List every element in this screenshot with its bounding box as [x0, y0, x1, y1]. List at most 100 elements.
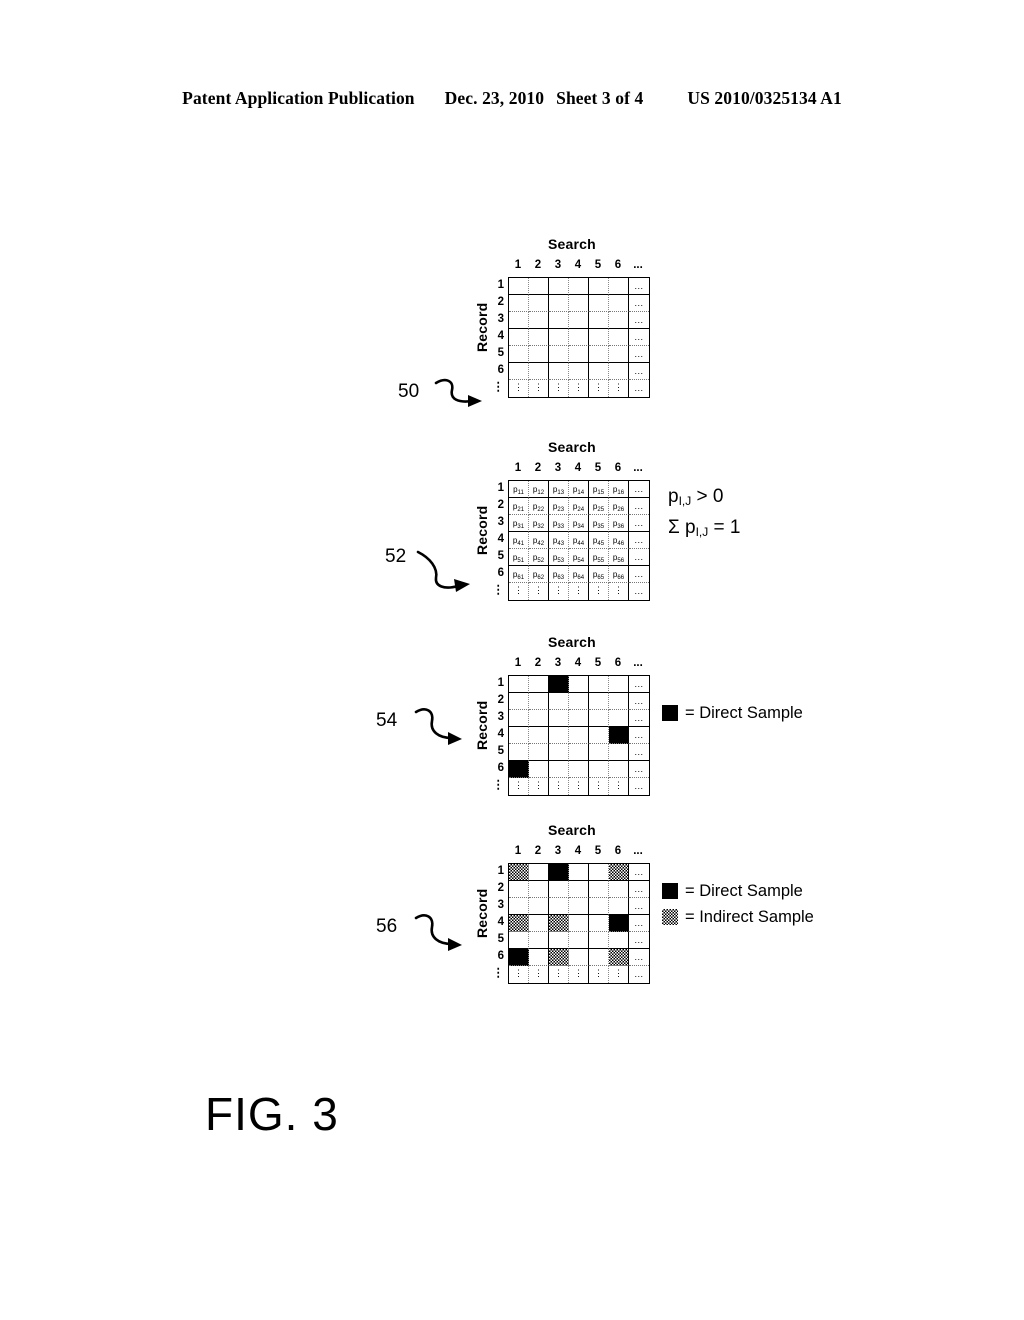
matrix-cell: ...: [629, 744, 649, 761]
row-continuation-ellipsis: ...: [634, 952, 644, 962]
probability-value: p33: [552, 519, 565, 530]
matrix-cell: p16: [609, 481, 629, 498]
matrix-cell: p44: [569, 532, 589, 549]
col-header: 4: [574, 657, 582, 669]
matrix-cell-direct-sample: [609, 727, 629, 744]
matrix-cell: [569, 710, 589, 727]
matrix-cell: [589, 329, 609, 346]
probability-value: p34: [572, 519, 585, 530]
leader-arrow-54: [414, 708, 462, 745]
row-header: 4: [497, 916, 504, 928]
probability-value: p65: [592, 570, 605, 581]
matrix-cell: [509, 693, 529, 710]
column-continuation-ellipsis: ⋮: [614, 382, 623, 392]
legend-entry-direct-sample: = Direct Sample: [662, 878, 814, 904]
search-axis-label-50: Search: [548, 236, 596, 252]
row-header: ⋮: [492, 584, 505, 596]
row-header: 1: [497, 865, 504, 877]
matrix-cell: [589, 949, 609, 966]
row-continuation-ellipsis: ...: [634, 349, 644, 359]
reference-numeral-56: 56: [376, 916, 398, 937]
row-continuation-ellipsis: ...: [634, 281, 644, 291]
matrix-cell: p25: [589, 498, 609, 515]
col-header: 2: [534, 259, 542, 271]
legend-label: = Direct Sample: [685, 703, 803, 722]
row-continuation-ellipsis: ...: [634, 679, 644, 689]
matrix-cell: ⋮: [589, 583, 609, 600]
matrix-grid-52: p11 p12 p13 p14 p15 p16... p21 p22 p23 p24 p25 p26.…: [508, 480, 650, 601]
matrix-cell: [509, 932, 529, 949]
col-header: 3: [554, 657, 562, 669]
matrix-cell-direct-sample: [609, 915, 629, 932]
probability-value: p13: [552, 485, 565, 496]
matrix-cell: [609, 744, 629, 761]
probability-value: p22: [532, 502, 545, 513]
matrix-cell: [509, 363, 529, 380]
column-continuation-ellipsis: ⋮: [574, 382, 583, 392]
matrix-cell: [589, 727, 609, 744]
matrix-cell-direct-sample: [509, 949, 529, 966]
matrix-cell: p51: [509, 549, 529, 566]
probability-value: p46: [612, 536, 625, 547]
matrix-cell: ⋮: [609, 778, 629, 795]
row-header: 5: [497, 550, 504, 562]
matrix-grid-54: .................. ⋮ ⋮ ⋮ ⋮ ⋮ ⋮...: [508, 675, 650, 796]
matrix-cell: ⋮: [569, 778, 589, 795]
matrix-cell: [529, 932, 549, 949]
matrix-cell: p13: [549, 481, 569, 498]
column-continuation-ellipsis: ⋮: [554, 382, 563, 392]
col-header: 4: [574, 462, 582, 474]
matrix-cell: [569, 278, 589, 295]
probability-value: p21: [512, 502, 525, 513]
matrix-cell: [549, 932, 569, 949]
matrix-cell: [509, 727, 529, 744]
figure-3: Search Record 1 2 3 4 5 6 ... 1 2 3 4 5 …: [0, 0, 1024, 1320]
row-header: 6: [497, 364, 504, 376]
matrix-cell: ...: [629, 566, 649, 583]
column-continuation-ellipsis: ⋮: [554, 968, 563, 978]
matrix-cell: ...: [629, 710, 649, 727]
row-continuation-ellipsis: ...: [634, 332, 644, 342]
matrix-cell: [529, 864, 549, 881]
row-header: 3: [497, 516, 504, 528]
row-header: 1: [497, 279, 504, 291]
probability-value: p51: [512, 553, 525, 564]
matrix-cell: [529, 329, 549, 346]
matrix-cell: p66: [609, 566, 629, 583]
reference-numeral-52: 52: [385, 546, 407, 567]
matrix-cell: [549, 312, 569, 329]
matrix-cell: [589, 915, 609, 932]
probability-value: p23: [552, 502, 565, 513]
matrix-cell: [569, 363, 589, 380]
matrix-cell: p63: [549, 566, 569, 583]
matrix-cell: ...: [629, 481, 649, 498]
matrix-cell: p65: [589, 566, 609, 583]
matrix-cell: ⋮: [569, 583, 589, 600]
column-continuation-ellipsis: ⋮: [534, 780, 543, 790]
col-header: 4: [574, 259, 582, 271]
probability-value: p26: [612, 502, 625, 513]
reference-numeral-50: 50: [398, 381, 420, 402]
matrix-cell: [569, 864, 589, 881]
matrix-cell: ...: [629, 583, 649, 600]
matrix-cell: p55: [589, 549, 609, 566]
row-header: 6: [497, 567, 504, 579]
matrix-cell-direct-sample: [509, 761, 529, 778]
probability-value: p24: [572, 502, 585, 513]
matrix-cell: [569, 932, 589, 949]
matrix-cell: [609, 278, 629, 295]
matrix-cell: [549, 744, 569, 761]
probability-value: p16: [612, 485, 625, 496]
matrix-cell: [529, 312, 549, 329]
matrix-cell: [509, 676, 529, 693]
col-header: 6: [614, 657, 622, 669]
probability-value: p41: [512, 536, 525, 547]
matrix-cell: [509, 312, 529, 329]
matrix-cell: p52: [529, 549, 549, 566]
matrix-cell-indirect-sample: [509, 864, 529, 881]
row-continuation-ellipsis: ...: [634, 518, 644, 528]
col-header: 6: [614, 462, 622, 474]
col-header: 1: [514, 462, 522, 474]
matrix-cell-indirect-sample: [609, 949, 629, 966]
matrix-cell: [609, 363, 629, 380]
